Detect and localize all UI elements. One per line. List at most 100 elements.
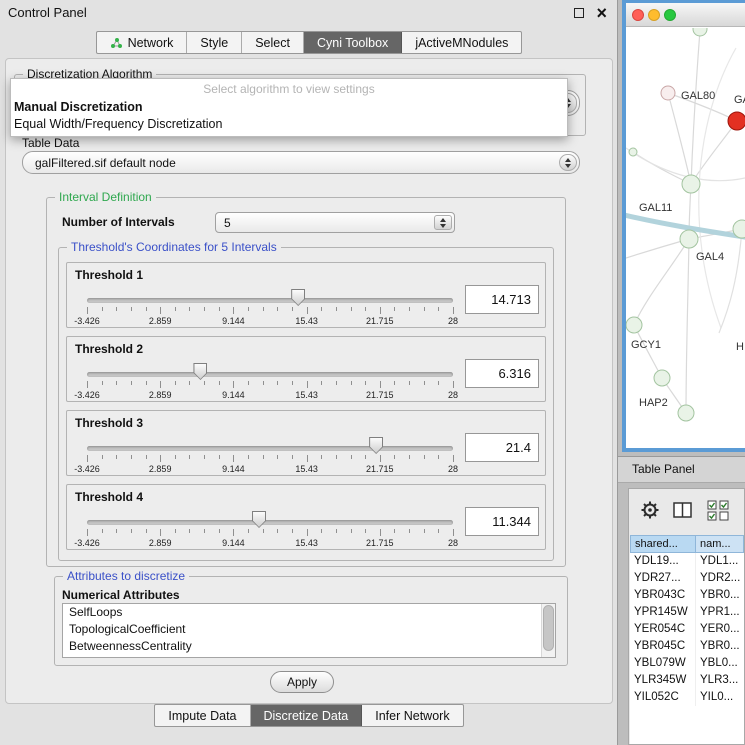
float-window-icon[interactable] xyxy=(574,8,584,18)
slider-tick xyxy=(409,529,410,533)
network-edge[interactable] xyxy=(668,93,691,184)
algorithm-option-equal-width-frequency-discretization[interactable]: Equal Width/Frequency Discretization xyxy=(11,116,567,133)
cell-name: YBR0... xyxy=(696,638,744,655)
network-edge[interactable] xyxy=(691,121,737,184)
threshold-value-field[interactable]: 14.713 xyxy=(465,285,539,314)
network-edge[interactable] xyxy=(686,239,689,413)
network-node[interactable] xyxy=(682,175,700,193)
network-edge[interactable] xyxy=(634,325,662,378)
slider-thumb[interactable] xyxy=(369,437,383,454)
algorithm-dropdown-popup: Select algorithm to view settings Manual… xyxy=(10,78,568,137)
slider-tick xyxy=(277,307,278,311)
close-icon[interactable]: × xyxy=(596,0,607,26)
table-row[interactable]: YBR045CYBR0... xyxy=(630,638,744,655)
slider-tick xyxy=(146,307,147,311)
threshold-slider[interactable]: -3.4262.8599.14415.4321.71528 xyxy=(87,433,453,475)
network-node[interactable] xyxy=(626,317,642,333)
column-header-shared-name[interactable]: shared... xyxy=(630,535,696,553)
numerical-attributes-label: Numerical Attributes xyxy=(62,588,180,602)
table-row[interactable]: YBL079WYBL0... xyxy=(630,655,744,672)
slider-tick xyxy=(160,381,161,388)
column-header-name[interactable]: nam... xyxy=(696,535,744,553)
tab-infer-network[interactable]: Infer Network xyxy=(362,705,462,726)
gear-icon[interactable] xyxy=(639,499,661,521)
network-edge[interactable] xyxy=(719,229,742,333)
table-row[interactable]: YER054CYER0... xyxy=(630,621,744,638)
slider-tick xyxy=(116,455,117,459)
table-row[interactable]: YDR27...YDR2... xyxy=(630,570,744,587)
close-traffic-light-icon[interactable] xyxy=(632,9,644,21)
tab-impute-data[interactable]: Impute Data xyxy=(155,705,250,726)
threshold-value-field[interactable]: 6.316 xyxy=(465,359,539,388)
network-node[interactable] xyxy=(654,370,670,386)
columns-icon[interactable] xyxy=(673,502,692,518)
threshold-slider[interactable]: -3.4262.8599.14415.4321.71528 xyxy=(87,359,453,401)
slider-tick xyxy=(424,529,425,533)
network-edge[interactable] xyxy=(634,239,689,325)
slider-thumb[interactable] xyxy=(252,511,266,528)
zoom-traffic-light-icon[interactable] xyxy=(664,9,676,21)
network-edge[interactable] xyxy=(626,148,745,181)
tab-style[interactable]: Style xyxy=(187,32,242,53)
slider-tick xyxy=(160,455,161,462)
scrollbar-thumb[interactable] xyxy=(543,605,554,651)
table-row[interactable]: YIL052CYIL0... xyxy=(630,689,744,706)
attribute-item-selfloops[interactable]: SelfLoops xyxy=(63,604,555,621)
apply-button[interactable]: Apply xyxy=(270,671,334,693)
network-node[interactable] xyxy=(629,148,637,156)
slider-track[interactable] xyxy=(87,520,453,525)
attribute-item-topologicalcoefficient[interactable]: TopologicalCoefficient xyxy=(63,621,555,638)
slider-scale-label: -3.426 xyxy=(74,538,100,548)
slider-track[interactable] xyxy=(87,372,453,377)
network-node[interactable] xyxy=(693,28,707,36)
slider-thumb[interactable] xyxy=(193,363,207,380)
node-label: GAL11 xyxy=(639,202,672,214)
numerical-attributes-list[interactable]: SelfLoopsTopologicalCoefficientBetweenne… xyxy=(62,603,556,658)
slider-scale-label: 2.859 xyxy=(149,464,172,474)
slider-tick xyxy=(336,455,337,459)
list-scrollbar[interactable] xyxy=(541,604,555,657)
algorithm-option-manual-discretization[interactable]: Manual Discretization xyxy=(11,99,567,116)
slider-track[interactable] xyxy=(87,298,453,303)
network-node[interactable] xyxy=(661,86,675,100)
checkbox-grid-icon[interactable] xyxy=(707,500,733,522)
table-data-combobox[interactable]: galFiltered.sif default node xyxy=(22,151,580,174)
tab-network[interactable]: Network xyxy=(97,32,188,53)
slider-tick xyxy=(321,381,322,385)
slider-tick xyxy=(146,455,147,459)
network-canvas[interactable]: GAL80GAGAL11GAL4GCY1HAP2H xyxy=(626,28,745,448)
threshold-value-field[interactable]: 21.4 xyxy=(465,433,539,462)
slider-tick xyxy=(336,529,337,533)
minimize-traffic-light-icon[interactable] xyxy=(648,9,660,21)
attribute-item-betweennesscentrality[interactable]: BetweennessCentrality xyxy=(63,638,555,655)
slider-tick xyxy=(146,381,147,385)
slider-thumb[interactable] xyxy=(291,289,305,306)
tab-select[interactable]: Select xyxy=(242,32,304,53)
tab-cyni-toolbox[interactable]: Cyni Toolbox xyxy=(304,32,402,53)
table-row[interactable]: YDL19...YDL1... xyxy=(630,553,744,570)
slider-track[interactable] xyxy=(87,446,453,451)
slider-tick xyxy=(248,381,249,385)
attribute-items: SelfLoopsTopologicalCoefficientBetweenne… xyxy=(63,604,555,655)
slider-tick xyxy=(102,381,103,385)
table-row[interactable]: YBR043CYBR0... xyxy=(630,587,744,604)
network-node[interactable] xyxy=(678,405,694,421)
number-of-intervals-combobox[interactable]: 5 xyxy=(215,212,455,233)
network-titlebar[interactable] xyxy=(626,3,745,27)
network-edge[interactable] xyxy=(691,30,700,184)
network-node[interactable] xyxy=(680,230,698,248)
network-edge[interactable] xyxy=(626,239,689,258)
table-row[interactable]: YLR345WYLR3... xyxy=(630,672,744,689)
threshold-value-field[interactable]: 11.344 xyxy=(465,507,539,536)
threshold-slider[interactable]: -3.4262.8599.14415.4321.71528 xyxy=(87,507,453,549)
network-node[interactable] xyxy=(728,112,745,130)
algorithm-placeholder: Select algorithm to view settings xyxy=(11,79,567,99)
tab-label: Impute Data xyxy=(168,709,236,723)
slider-scale-label: 28 xyxy=(448,316,458,326)
slider-tick xyxy=(233,381,234,388)
tab-discretize-data[interactable]: Discretize Data xyxy=(251,705,363,726)
table-row[interactable]: YPR145WYPR1... xyxy=(630,604,744,621)
node-label: H xyxy=(736,341,744,353)
tab-jactivemnodules[interactable]: jActiveMNodules xyxy=(402,32,521,53)
threshold-slider[interactable]: -3.4262.8599.14415.4321.71528 xyxy=(87,285,453,327)
